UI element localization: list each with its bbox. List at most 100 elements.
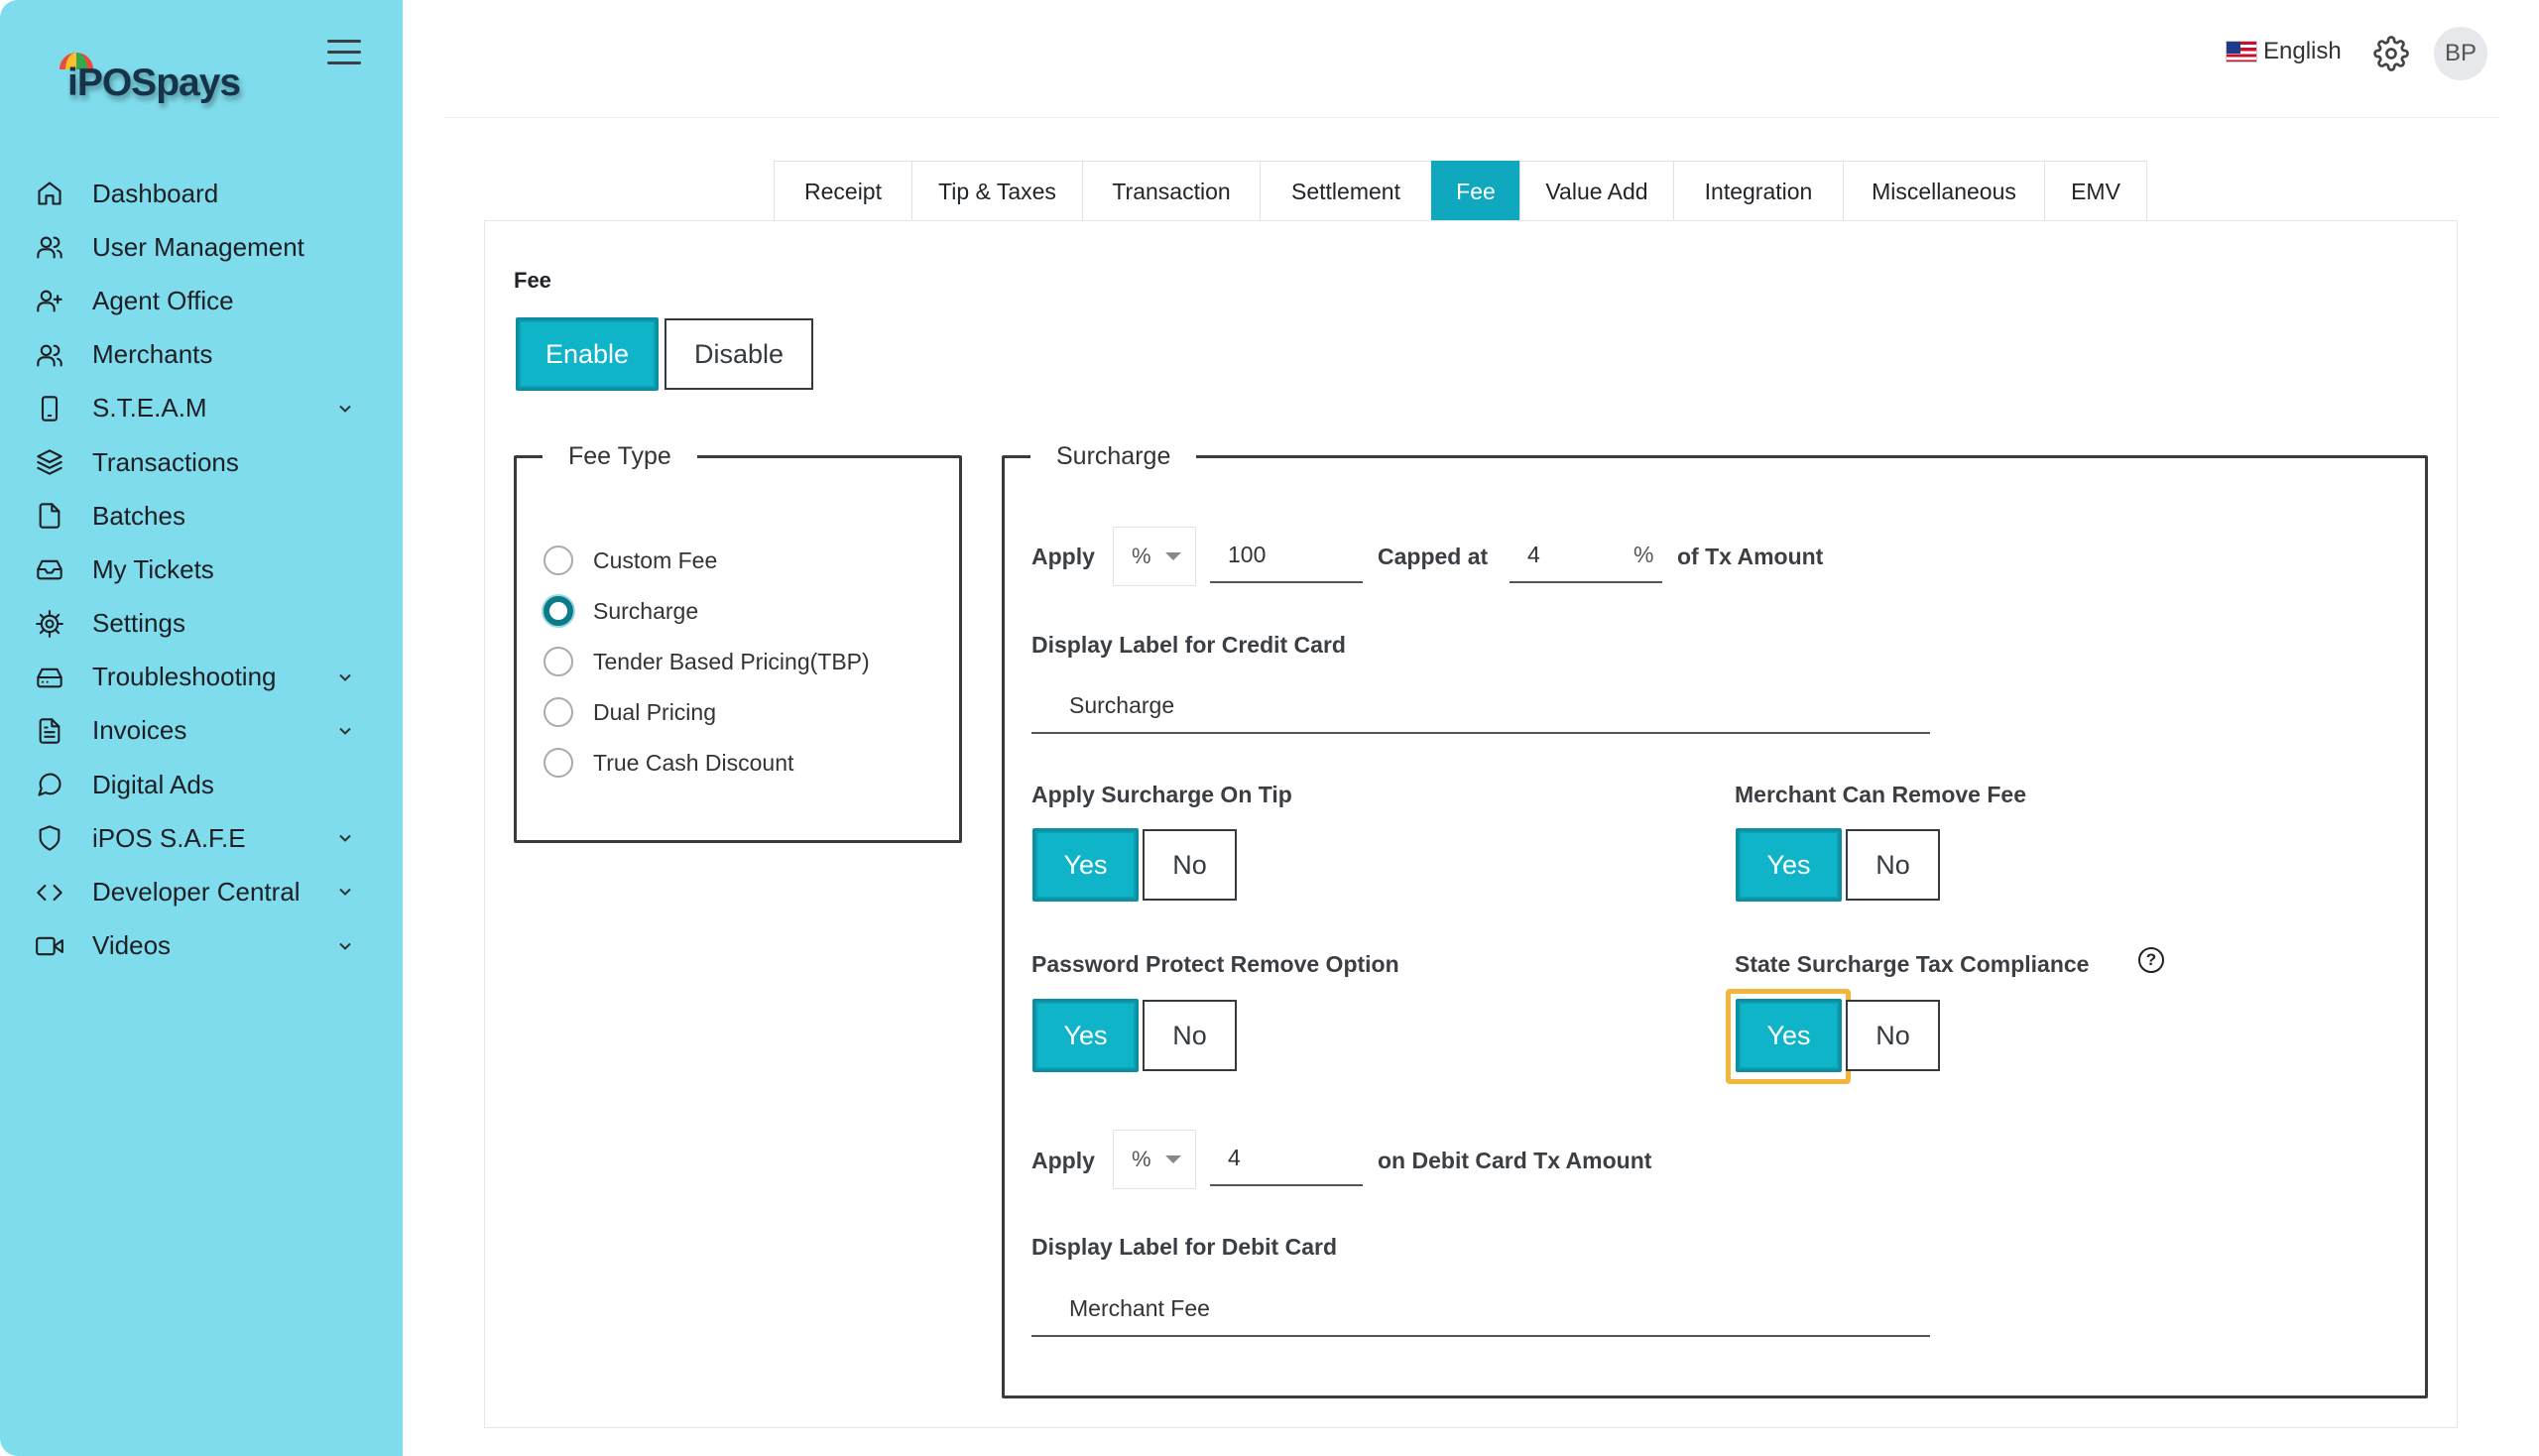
user-plus-icon — [36, 286, 73, 315]
radio-button[interactable] — [544, 748, 573, 778]
chevron-down-icon[interactable] — [335, 399, 355, 419]
chevron-down-icon[interactable] — [335, 828, 355, 848]
tab-emv[interactable]: EMV — [2044, 161, 2147, 222]
fee-type-legend: Fee Type — [568, 442, 671, 470]
us-flag-icon — [2226, 41, 2257, 62]
sidebar-item-label: Developer Central — [92, 877, 301, 908]
debit-value-input[interactable] — [1210, 1131, 1363, 1186]
users-icon — [36, 232, 73, 262]
logo[interactable]: iPOSpays — [54, 44, 282, 123]
sidebar-item-label: Digital Ads — [92, 769, 214, 799]
avatar[interactable]: BP — [2434, 27, 2487, 80]
tab-value-add[interactable]: Value Add — [1519, 161, 1674, 222]
apply-surcharge-on-tip-label: Apply Surcharge On Tip — [1031, 782, 1292, 807]
tab-integration[interactable]: Integration — [1673, 161, 1844, 222]
merchant-remove-no-button[interactable]: No — [1846, 829, 1940, 901]
credit-label-title: Display Label for Credit Card — [1031, 632, 1346, 658]
merchant-can-remove-fee-label: Merchant Can Remove Fee — [1735, 782, 2026, 807]
state-compliance-no-button[interactable]: No — [1846, 1000, 1940, 1071]
sidebar-item-developer-central[interactable]: Developer Central — [36, 865, 373, 918]
tablet-icon — [36, 394, 73, 424]
video-icon — [36, 931, 73, 961]
sidebar-item-batches[interactable]: Batches — [36, 489, 373, 543]
sidebar-item-transactions[interactable]: Transactions — [36, 435, 373, 489]
chevron-down-icon[interactable] — [335, 721, 355, 741]
sidebar: iPOSpays Dashboard User Management Agent O… — [0, 0, 403, 1456]
radio-button[interactable] — [544, 546, 573, 575]
fee-type-option[interactable]: Custom Fee — [544, 546, 717, 575]
sidebar-item-user-management[interactable]: User Management — [36, 220, 373, 274]
radio-button[interactable] — [544, 647, 573, 676]
chevron-down-icon[interactable] — [335, 936, 355, 956]
divider — [444, 117, 2499, 118]
sidebar-item-label: Batches — [92, 500, 185, 531]
tab-miscellaneous[interactable]: Miscellaneous — [1843, 161, 2045, 222]
fee-type-option[interactable]: True Cash Discount — [544, 748, 793, 778]
tab-settlement[interactable]: Settlement — [1260, 161, 1432, 222]
app-window: iPOSpays Dashboard User Management Agent O… — [0, 0, 2539, 1456]
state-compliance-yes-button[interactable]: Yes — [1739, 1002, 1839, 1069]
sidebar-item-s-t-e-a-m[interactable]: S.T.E.A.M — [36, 382, 373, 435]
sidebar-item-troubleshooting[interactable]: Troubleshooting — [36, 651, 373, 704]
fee-section-label: Fee — [514, 268, 551, 293]
sidebar-nav: Dashboard User Management Agent Office Merc… — [36, 167, 373, 973]
tab-fee[interactable]: Fee — [1431, 161, 1520, 222]
fee-type-option[interactable]: Tender Based Pricing(TBP) — [544, 647, 870, 676]
radio-button[interactable] — [544, 697, 573, 727]
language-label: English — [2263, 38, 2342, 64]
sidebar-item-invoices[interactable]: Invoices — [36, 704, 373, 758]
sidebar-item-label: User Management — [92, 231, 304, 262]
inbox-icon — [36, 554, 73, 584]
sidebar-item-label: Agent Office — [92, 285, 234, 315]
sidebar-item-videos[interactable]: Videos — [36, 919, 373, 973]
surcharge-legend: Surcharge — [1056, 442, 1171, 470]
debit-unit-value: % — [1132, 1147, 1151, 1171]
chevron-down-icon[interactable] — [335, 882, 355, 902]
debit-apply-label: Apply — [1031, 1148, 1095, 1173]
sidebar-item-label: Transactions — [92, 446, 239, 477]
password-protect-yes-button[interactable]: Yes — [1035, 1002, 1136, 1069]
fee-type-group: Fee Type — [514, 442, 962, 843]
capped-percent-suffix: % — [1633, 542, 1654, 567]
apply-label: Apply — [1031, 544, 1095, 569]
gear-icon[interactable] — [2373, 36, 2409, 71]
merchant-remove-yes-button[interactable]: Yes — [1739, 831, 1839, 899]
fee-type-option-label: Custom Fee — [593, 546, 718, 573]
fee-type-option[interactable]: Dual Pricing — [544, 697, 716, 727]
sidebar-item-settings[interactable]: Settings — [36, 597, 373, 651]
on-tip-yes-button[interactable]: Yes — [1035, 831, 1136, 899]
debit-label-input[interactable] — [1031, 1281, 1930, 1337]
help-circle-icon[interactable]: ? — [2138, 947, 2164, 973]
apply-unit-value: % — [1132, 544, 1151, 568]
sidebar-item-label: Invoices — [92, 715, 187, 746]
on-tip-no-button[interactable]: No — [1143, 829, 1237, 901]
users-icon — [36, 340, 73, 370]
sidebar-item-label: Settings — [92, 608, 185, 639]
sidebar-item-ipos-s-a-f-e[interactable]: iPOS S.A.F.E — [36, 811, 373, 865]
sidebar-item-digital-ads[interactable]: Digital Ads — [36, 758, 373, 811]
password-protect-no-button[interactable]: No — [1143, 1000, 1237, 1071]
sidebar-item-label: iPOS S.A.F.E — [92, 822, 246, 853]
enable-button[interactable]: Enable — [519, 320, 656, 388]
tab-receipt[interactable]: Receipt — [774, 161, 912, 222]
debit-label-title: Display Label for Debit Card — [1031, 1234, 1338, 1260]
radio-button[interactable] — [544, 596, 573, 626]
sidebar-item-label: Troubleshooting — [92, 662, 277, 692]
apply-unit-select[interactable]: % — [1113, 527, 1196, 586]
apply-value-input[interactable] — [1210, 528, 1363, 583]
tab-transaction[interactable]: Transaction — [1082, 161, 1261, 222]
sidebar-item-merchants[interactable]: Merchants — [36, 328, 373, 382]
chevron-down-icon[interactable] — [335, 667, 355, 687]
debit-unit-select[interactable]: % — [1113, 1130, 1196, 1189]
file-icon — [36, 501, 73, 531]
credit-label-input[interactable] — [1031, 678, 1930, 734]
fee-type-option-label: Tender Based Pricing(TBP) — [593, 648, 870, 674]
menu-toggle-icon[interactable] — [327, 40, 361, 67]
tab-tip-taxes[interactable]: Tip & Taxes — [911, 161, 1083, 222]
language-selector[interactable]: English — [2226, 38, 2342, 65]
disable-button[interactable]: Disable — [665, 318, 813, 390]
sidebar-item-agent-office[interactable]: Agent Office — [36, 274, 373, 327]
sidebar-item-dashboard[interactable]: Dashboard — [36, 167, 373, 220]
fee-type-option[interactable]: Surcharge — [544, 596, 698, 626]
sidebar-item-my-tickets[interactable]: My Tickets — [36, 543, 373, 596]
